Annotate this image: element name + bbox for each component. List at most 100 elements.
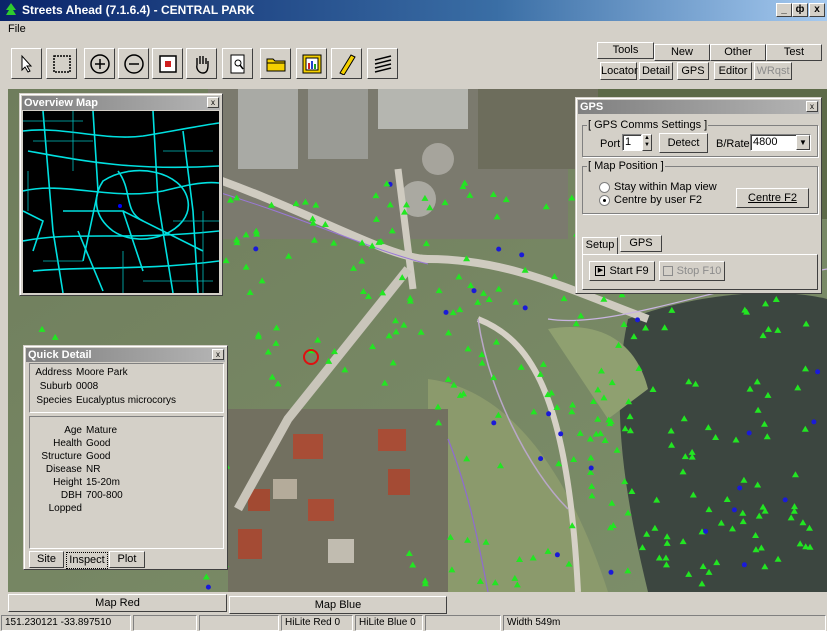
port-spinner[interactable]: ▲ ▼ bbox=[642, 134, 652, 151]
overview-close-button[interactable]: x bbox=[207, 97, 219, 108]
status-empty-2 bbox=[199, 615, 279, 631]
zoom-extent-button[interactable] bbox=[152, 48, 183, 79]
stay-within-radio[interactable] bbox=[599, 182, 610, 193]
port-label: Port bbox=[600, 138, 621, 150]
detect-button[interactable]: Detect bbox=[659, 133, 708, 153]
tree-marker-blue[interactable] bbox=[782, 497, 788, 503]
centre-f2-button[interactable]: Centre F2 bbox=[736, 188, 809, 208]
brate-label: B/Rate bbox=[716, 138, 750, 150]
tab-new[interactable]: New bbox=[654, 44, 710, 61]
tab-map-blue[interactable]: Map Blue bbox=[229, 596, 447, 614]
title-bar: Streets Ahead (7.1.6.4) - CENTRAL PARK _… bbox=[0, 0, 827, 21]
detail-label: Health bbox=[53, 438, 82, 449]
tree-marker-blue[interactable] bbox=[635, 317, 640, 323]
detail-label: Structure bbox=[41, 451, 82, 462]
gps-comms-group: [ GPS Comms Settings ] Port 1 ▲ ▼ Detect … bbox=[582, 119, 818, 157]
tree-marker-blue[interactable] bbox=[737, 485, 743, 491]
layers-icon bbox=[374, 55, 392, 73]
tree-marker-blue[interactable] bbox=[253, 246, 259, 252]
tree-marker-blue[interactable] bbox=[205, 584, 211, 590]
zoom-extent-icon bbox=[159, 55, 177, 73]
tree-marker-blue[interactable] bbox=[703, 528, 709, 534]
brate-dropdown-arrow[interactable]: ▼ bbox=[796, 135, 810, 150]
select-rect-tool-button[interactable] bbox=[46, 48, 77, 79]
port-input[interactable]: 1 bbox=[622, 134, 642, 151]
tree-marker-blue[interactable] bbox=[558, 431, 564, 437]
tree-marker-blue[interactable] bbox=[554, 552, 560, 558]
gps-title: GPS bbox=[578, 100, 819, 114]
zoom-in-button[interactable] bbox=[84, 48, 115, 79]
restore-button[interactable]: ф bbox=[792, 3, 808, 17]
zoom-out-button[interactable] bbox=[118, 48, 149, 79]
tree-marker-blue[interactable] bbox=[519, 252, 525, 258]
tree-marker-blue[interactable] bbox=[546, 411, 552, 417]
tree-marker-blue[interactable] bbox=[746, 430, 752, 436]
centre-by-user-radio[interactable] bbox=[599, 195, 610, 206]
close-button[interactable]: x bbox=[809, 3, 825, 17]
quick-detail-summary: Address Moore Park Suburb 0008 Species Eucaly… bbox=[29, 363, 224, 413]
tree-marker-blue[interactable] bbox=[608, 569, 614, 575]
report-chart-icon bbox=[302, 54, 322, 74]
gps-window[interactable]: GPS x [ GPS Comms Settings ] Port 1 ▲ ▼ D… bbox=[575, 97, 822, 294]
tree-marker-blue[interactable] bbox=[815, 369, 821, 375]
measure-button[interactable] bbox=[331, 48, 362, 79]
zoom-in-icon bbox=[90, 54, 110, 74]
minimize-button[interactable]: _ bbox=[776, 3, 792, 17]
editor-button[interactable]: Editor bbox=[714, 62, 752, 80]
tab-setup[interactable]: Setup bbox=[582, 237, 618, 254]
tree-marker-blue[interactable] bbox=[811, 419, 817, 425]
detail-value: Mature bbox=[86, 425, 118, 436]
locator-button[interactable]: Locator bbox=[600, 62, 638, 80]
detail-row: Disease NR bbox=[34, 464, 101, 475]
wrqst-button[interactable]: WRqst bbox=[754, 62, 792, 80]
detail-value: Good bbox=[86, 438, 111, 449]
tab-plot[interactable]: Plot bbox=[109, 551, 145, 568]
pointer-icon bbox=[21, 54, 33, 73]
report-button[interactable] bbox=[296, 48, 327, 79]
stop-label: Stop F10 bbox=[676, 265, 722, 277]
hand-icon bbox=[196, 56, 209, 74]
menu-file[interactable]: File bbox=[8, 23, 26, 35]
detail-value: NR bbox=[86, 464, 101, 475]
gps-button[interactable]: GPS bbox=[677, 62, 709, 80]
quick-detail-close-button[interactable]: x bbox=[212, 349, 224, 360]
folder-icon bbox=[266, 58, 286, 72]
gps-close-button[interactable]: x bbox=[806, 101, 818, 112]
tree-marker-blue[interactable] bbox=[588, 465, 594, 471]
tree-marker-blue[interactable] bbox=[471, 288, 477, 294]
pointer-tool-button[interactable] bbox=[11, 48, 42, 79]
zoom-out-icon bbox=[124, 54, 144, 74]
tree-marker-blue[interactable] bbox=[491, 420, 497, 426]
detail-button[interactable]: Detail bbox=[639, 62, 673, 80]
find-button[interactable] bbox=[222, 48, 253, 79]
stop-f10-button[interactable]: Stop F10 bbox=[659, 261, 725, 281]
pan-tool-button[interactable] bbox=[186, 48, 217, 79]
overview-map-window[interactable]: Overview Map x bbox=[19, 93, 223, 296]
ruler-icon bbox=[339, 54, 356, 75]
tree-marker-blue[interactable] bbox=[731, 507, 737, 513]
tab-inspect[interactable]: Inspect bbox=[66, 552, 108, 569]
status-empty-3 bbox=[425, 615, 501, 631]
start-f9-button[interactable]: ▶ Start F9 bbox=[589, 261, 655, 281]
tree-marker-blue[interactable] bbox=[443, 309, 449, 315]
detail-value: 700-800 bbox=[86, 490, 123, 501]
tree-marker-blue[interactable] bbox=[538, 456, 544, 462]
overview-title: Overview Map bbox=[22, 96, 220, 110]
tree-marker-blue[interactable] bbox=[741, 562, 747, 568]
tab-test[interactable]: Test bbox=[766, 44, 822, 61]
tree-marker-blue[interactable] bbox=[496, 246, 502, 252]
tab-map-red[interactable]: Map Red bbox=[8, 594, 227, 612]
tree-marker-blue[interactable] bbox=[522, 305, 528, 311]
overview-map-canvas[interactable] bbox=[22, 110, 220, 294]
quick-detail-window[interactable]: Quick Detail x Address Moore Park Suburb 00… bbox=[23, 345, 228, 570]
tab-other[interactable]: Other bbox=[710, 44, 766, 61]
open-folder-button[interactable] bbox=[260, 48, 291, 79]
layers-button[interactable] bbox=[367, 48, 398, 79]
tab-site[interactable]: Site bbox=[29, 551, 64, 568]
detail-row: Health Good bbox=[34, 438, 110, 449]
gps-control-panel: ▶ Start F9 Stop F10 bbox=[582, 254, 818, 290]
detail-label: DBH bbox=[60, 490, 82, 501]
detail-value: Eucalyptus microcorys bbox=[76, 395, 177, 406]
tab-tools[interactable]: Tools bbox=[597, 42, 654, 59]
tab-gps-status[interactable]: GPS bbox=[620, 235, 662, 252]
